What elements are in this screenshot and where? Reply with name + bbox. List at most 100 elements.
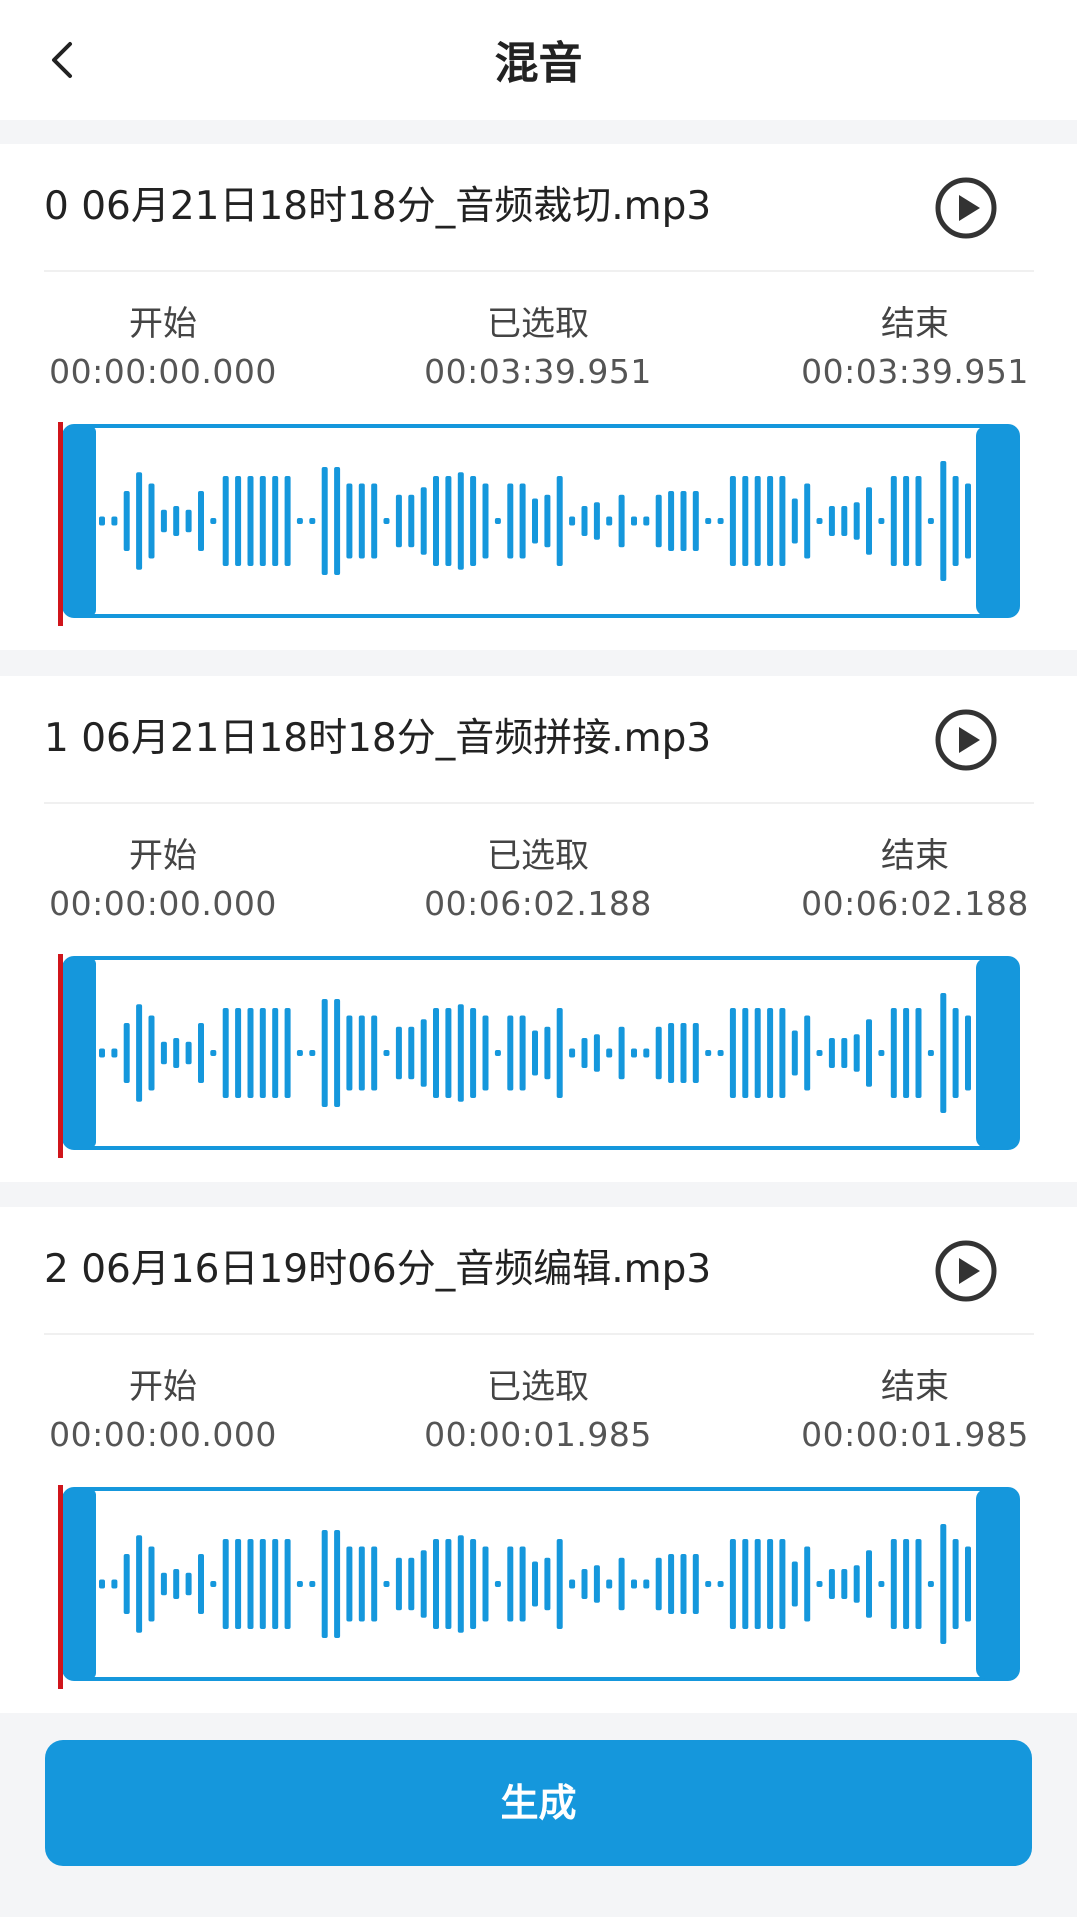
waveform-bar: [631, 1579, 637, 1589]
waveform-bar: [655, 494, 662, 548]
waveform-bar: [890, 1008, 897, 1098]
waveform-bar: [866, 1550, 872, 1618]
waveform-graphic: [58, 954, 1020, 1158]
end-label: 结束: [881, 304, 949, 344]
waveform-bar: [470, 476, 477, 566]
waveform-bar: [692, 1023, 699, 1083]
waveform-bar: [210, 518, 217, 524]
waveform-bar: [890, 476, 897, 566]
waveform-bar: [742, 476, 749, 566]
waveform-bar: [433, 1539, 439, 1629]
waveform-bar: [655, 1026, 662, 1080]
end-value: 00:06:02.188: [801, 884, 1029, 923]
waveform-bar: [680, 491, 687, 551]
waveform-bar: [791, 1561, 798, 1607]
waveform-bar: [754, 1008, 761, 1098]
waveform-bar: [965, 483, 971, 559]
waveform-bar: [198, 491, 204, 551]
waveform-bar: [284, 1008, 291, 1098]
waveform-bar: [210, 1581, 217, 1587]
waveform-bar: [507, 483, 514, 559]
waveform-bar: [296, 1050, 303, 1056]
trim-end-handle[interactable]: [976, 1489, 1018, 1679]
playhead-marker[interactable]: [58, 1485, 63, 1689]
waveform-bar: [111, 1579, 118, 1589]
track-header: 1 06月21日18时18分_音频拼接.mp3: [44, 676, 1034, 802]
waveform-bar: [284, 476, 291, 566]
waveform-bar: [433, 476, 439, 566]
waveform-bar: [606, 516, 613, 526]
playhead-marker[interactable]: [58, 954, 63, 1158]
waveform-editor[interactable]: [56, 1485, 1022, 1689]
generate-button[interactable]: 生成: [45, 1740, 1032, 1866]
play-icon[interactable]: [934, 708, 998, 772]
end-time: 结束 00:03:39.951: [790, 302, 1040, 394]
trim-start-handle[interactable]: [64, 1489, 96, 1679]
start-time: 开始 00:00:00.000: [38, 1365, 288, 1457]
waveform-bar: [544, 1557, 551, 1611]
waveform-bar: [965, 1015, 971, 1091]
trim-end-handle[interactable]: [976, 958, 1018, 1148]
waveform-bar: [544, 494, 551, 548]
waveform-bar: [878, 1581, 885, 1587]
track-card: 0 06月21日18时18分_音频裁切.mp3 开始 00:00:00.000 …: [0, 144, 1077, 650]
waveform-bar: [853, 1565, 860, 1603]
waveform-bar: [136, 1004, 143, 1102]
play-icon[interactable]: [934, 1239, 998, 1303]
waveform-bar: [903, 476, 910, 566]
end-value: 00:00:01.985: [801, 1415, 1029, 1454]
waveform-bar: [173, 1038, 180, 1068]
waveform-bar: [668, 1554, 675, 1614]
play-icon[interactable]: [934, 176, 998, 240]
waveform-bar: [259, 476, 266, 566]
waveform-bar: [779, 1539, 786, 1629]
trim-start-handle[interactable]: [64, 958, 96, 1148]
waveform-bar: [742, 1539, 749, 1629]
waveform-bar: [556, 1008, 563, 1098]
waveform-bar: [804, 1015, 811, 1091]
waveform-bar: [309, 1050, 316, 1056]
waveform-bar: [457, 1535, 464, 1633]
waveform-editor[interactable]: [56, 954, 1022, 1158]
waveform-bar: [272, 1008, 279, 1098]
start-value: 00:00:00.000: [49, 352, 277, 391]
waveform-bar: [210, 1050, 217, 1056]
waveform-bar: [136, 472, 143, 570]
waveform-bar: [334, 467, 341, 575]
waveform-bar: [853, 502, 860, 540]
waveform-bar: [804, 483, 811, 559]
waveform-bar: [866, 1019, 872, 1087]
end-time: 结束 00:06:02.188: [790, 834, 1040, 926]
waveform-bar: [606, 1048, 613, 1058]
waveform-bar: [371, 483, 378, 559]
waveform-bar: [296, 1581, 303, 1587]
waveform-bar: [729, 476, 736, 566]
waveform-bar: [779, 1008, 786, 1098]
waveform-bar: [717, 518, 724, 524]
waveform-bar: [643, 1579, 650, 1589]
playhead-marker[interactable]: [58, 422, 63, 626]
waveform-bar: [569, 1048, 576, 1058]
waveform-bar: [519, 1546, 526, 1622]
waveform-editor[interactable]: [56, 422, 1022, 626]
waveform-bar: [618, 494, 625, 548]
waveform-bar: [532, 1561, 538, 1607]
waveform-bar: [136, 1535, 143, 1633]
waveform-bar: [494, 1050, 501, 1056]
waveform-bar: [532, 498, 538, 544]
waveform-bar: [878, 518, 885, 524]
waveform-bar: [804, 1546, 811, 1622]
waveform-bar: [866, 487, 872, 555]
waveform-bar: [222, 476, 229, 566]
waveform-bar: [680, 1554, 687, 1614]
waveform-bar: [148, 1015, 155, 1091]
waveform-bar: [705, 1581, 712, 1587]
waveform-bar: [111, 516, 118, 526]
waveform-bar: [99, 1579, 105, 1589]
trim-end-handle[interactable]: [976, 426, 1018, 616]
waveform-bar: [160, 509, 167, 533]
waveform-bar: [222, 1539, 229, 1629]
waveform-bar: [544, 1026, 551, 1080]
waveform-bar: [643, 516, 650, 526]
trim-start-handle[interactable]: [64, 426, 96, 616]
